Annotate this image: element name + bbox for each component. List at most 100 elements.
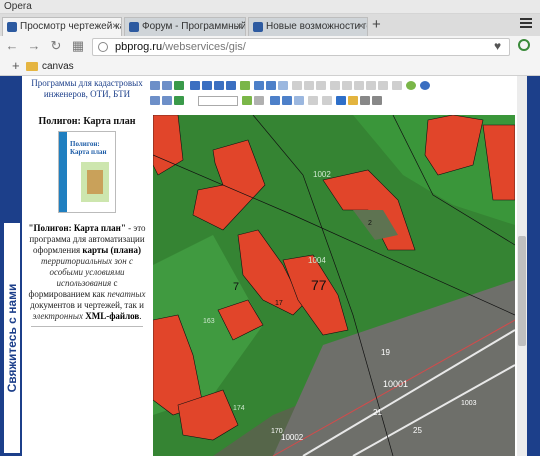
tab-features[interactable]: Новые возможности гео ×: [248, 17, 368, 36]
site-favicon-icon: [253, 22, 263, 32]
layer-icon[interactable]: [316, 81, 326, 90]
measure-icon[interactable]: [150, 96, 160, 105]
map-label: 1004: [308, 256, 326, 265]
layer-icon[interactable]: [342, 81, 352, 90]
map-label: 1003: [461, 400, 477, 407]
map-label: 10002: [281, 433, 304, 442]
site-favicon-icon: [7, 22, 17, 32]
desc-3: документов и чертежей, так и: [30, 300, 144, 310]
contact-us-tab[interactable]: Свяжитесь с нами: [3, 222, 21, 454]
pan-right-icon[interactable]: [226, 81, 236, 90]
map-label: 170: [271, 428, 283, 435]
list-icon[interactable]: [308, 96, 318, 105]
copy-icon[interactable]: [278, 81, 288, 90]
scale-input[interactable]: [198, 96, 238, 106]
map-label: 17: [275, 300, 283, 307]
node-icon[interactable]: [282, 96, 292, 105]
scrollbar-thumb[interactable]: [518, 236, 526, 346]
layer-icon[interactable]: [392, 81, 402, 90]
product-title[interactable]: Полигон: Карта план: [28, 116, 146, 127]
bookmarks-bar: + canvas: [0, 58, 540, 76]
map-label: 1002: [313, 170, 331, 179]
map-label: 10001: [383, 379, 408, 389]
opera-menu-icon[interactable]: [518, 39, 530, 51]
pan-left-icon[interactable]: [190, 81, 200, 90]
edit-icon[interactable]: [240, 81, 250, 90]
window-titlebar: Opera: [0, 0, 540, 14]
sidebar-divider: [31, 326, 143, 327]
cadastral-map: 1002 1004 7 77 17 19 10001 10002 21 25 1…: [153, 115, 515, 456]
close-tab-icon[interactable]: ×: [236, 18, 242, 35]
save-icon[interactable]: [336, 96, 346, 105]
close-tab-icon[interactable]: ×: [358, 18, 364, 35]
globe-icon[interactable]: [406, 81, 416, 90]
bookmark-heart-icon[interactable]: ♥: [494, 39, 501, 53]
right-page-border: [527, 76, 540, 456]
desc-end: .: [139, 311, 142, 321]
export-icon[interactable]: [372, 96, 382, 105]
info-icon[interactable]: [254, 96, 264, 105]
pan-down-icon[interactable]: [214, 81, 224, 90]
zoom-extent-icon[interactable]: [174, 81, 184, 90]
back-icon[interactable]: ←: [4, 38, 20, 53]
pencil-icon[interactable]: [242, 96, 252, 105]
layer-icon[interactable]: [330, 81, 340, 90]
layer-icon[interactable]: [292, 81, 302, 90]
map-label: 7: [233, 281, 239, 293]
close-tab-icon[interactable]: ×: [112, 18, 118, 35]
grid-icon[interactable]: [294, 96, 304, 105]
app-name: Opera: [4, 1, 32, 12]
desc-italic-3: электронных: [32, 311, 83, 321]
url-host: pbprog.ru: [115, 41, 163, 53]
site-favicon-icon: [129, 22, 139, 32]
world-icon[interactable]: [420, 81, 430, 90]
security-icon: [98, 42, 108, 52]
cover-stripe: [59, 132, 67, 212]
forward-icon[interactable]: →: [26, 38, 42, 53]
layer-icon[interactable]: [304, 81, 314, 90]
desc-italic-2: печатных: [107, 289, 146, 299]
page-scrollbar[interactable]: [517, 76, 527, 456]
select-icon[interactable]: [254, 81, 264, 90]
sidebar: Программы для кадастровых инженеров, ОТИ…: [28, 78, 146, 456]
move-icon[interactable]: [266, 81, 276, 90]
tab-active[interactable]: Просмотр чертежей када ×: [2, 17, 122, 36]
measure-area-icon[interactable]: [162, 96, 172, 105]
map-canvas[interactable]: 1002 1004 7 77 17 19 10001 10002 21 25 1…: [153, 115, 515, 456]
open-folder-icon[interactable]: [348, 96, 358, 105]
reload-icon[interactable]: ↻: [48, 38, 64, 54]
pan-up-icon[interactable]: [202, 81, 212, 90]
layer-icon[interactable]: [354, 81, 364, 90]
new-tab-icon[interactable]: +: [372, 16, 381, 33]
cover-title: Полигон: Карта план: [70, 140, 107, 156]
desc-xml: XML-файлов: [82, 311, 140, 321]
zoom-in-icon[interactable]: [150, 81, 160, 90]
search-icon[interactable]: [174, 96, 184, 105]
map-label: 2: [368, 220, 372, 227]
contact-us-label: Свяжитесь с нами: [5, 283, 19, 393]
tab-title: Форум - Программный к: [142, 21, 246, 32]
map-label: 174: [233, 405, 245, 412]
cross-icon[interactable]: [270, 96, 280, 105]
zoom-out-icon[interactable]: [162, 81, 172, 90]
tab-menu-icon[interactable]: [520, 18, 532, 28]
bookmark-canvas[interactable]: canvas: [42, 61, 74, 72]
desc-italic-1: территориальных зон с особыми условиями …: [41, 256, 133, 288]
layer-icon[interactable]: [366, 81, 376, 90]
desc-name: "Полигон: Карта план": [28, 223, 126, 233]
tab-title: Просмотр чертежей када: [20, 21, 121, 32]
product-cover-image[interactable]: Полигон: Карта план: [58, 131, 116, 213]
tab-forum[interactable]: Форум - Программный к ×: [124, 17, 246, 36]
print-icon[interactable]: [360, 96, 370, 105]
speed-dial-icon[interactable]: ▦: [70, 38, 86, 54]
map-toolbar: [150, 79, 516, 109]
desc-bold: карты (плана): [82, 245, 141, 255]
url-field[interactable]: pbprog.ru/webservices/gis/: [92, 38, 510, 56]
map-label: 19: [381, 348, 390, 357]
tab-title: Новые возможности гео: [266, 21, 368, 32]
list-icon[interactable]: [322, 96, 332, 105]
layer-icon[interactable]: [378, 81, 388, 90]
add-bookmark-icon[interactable]: +: [12, 58, 20, 73]
sidebar-subtitle[interactable]: Программы для кадастровых инженеров, ОТИ…: [28, 78, 146, 100]
product-description: "Полигон: Карта план" - это программа дл…: [28, 223, 146, 322]
